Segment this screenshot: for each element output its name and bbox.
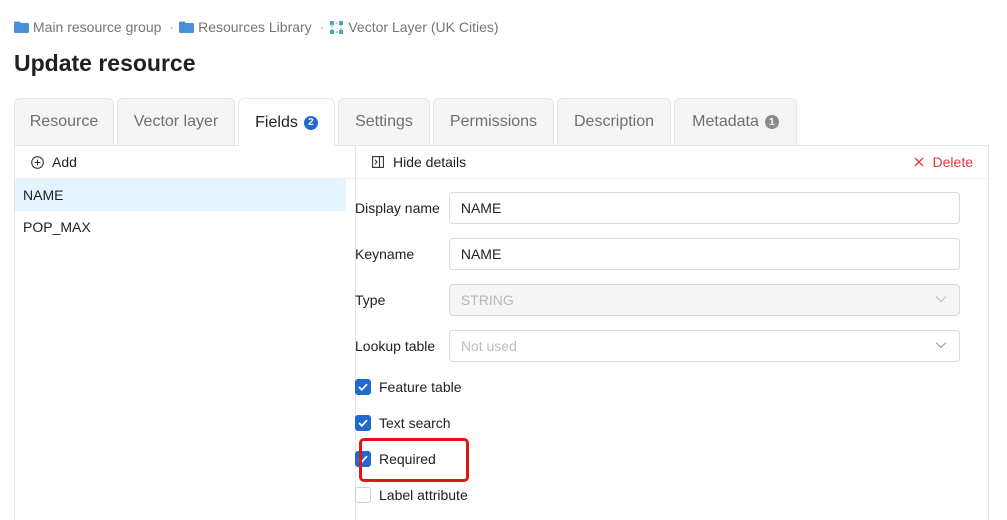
tab-settings[interactable]: Settings [338, 98, 430, 145]
tab-count-badge: 2 [303, 115, 318, 130]
breadcrumb-item-vector-layer: Vector Layer (UK Cities) [329, 19, 499, 35]
breadcrumb-item-main-resource-group[interactable]: Main resource group [14, 19, 161, 35]
breadcrumb-separator: · [319, 19, 325, 35]
checkbox-label: Feature table [379, 379, 462, 395]
lookup-table-row: Lookup table Not used [355, 330, 960, 362]
checkbox-label: Label attribute [379, 487, 468, 503]
type-select: STRING [448, 284, 960, 316]
list-item[interactable]: POP_MAX [15, 211, 346, 243]
page-title: Update resource [14, 50, 196, 76]
chevron-down-icon [935, 295, 947, 303]
breadcrumb-separator: · [169, 19, 175, 35]
checkbox-label: Text search [379, 415, 451, 431]
label-attribute-checkbox[interactable]: Label attribute [355, 484, 468, 506]
tab-count-badge: 1 [764, 115, 779, 129]
tab-fields[interactable]: Fields 2 [238, 98, 335, 146]
tab-metadata[interactable]: Metadata 1 [674, 98, 797, 145]
hide-details-button[interactable]: Hide details [372, 154, 466, 170]
field-name: POP_MAX [23, 219, 91, 235]
feature-table-checkbox[interactable]: Feature table [355, 376, 462, 398]
details-toolbar: Hide details Delete [356, 146, 989, 179]
keyname-input[interactable]: NAME [448, 238, 960, 270]
tab-bar: Resource Vector layer Fields 2 Settings … [14, 98, 800, 146]
checkbox-checked-icon [355, 379, 371, 395]
tab-resource[interactable]: Resource [14, 98, 114, 145]
chevron-down-icon [935, 341, 947, 349]
keyname-label: Keyname [355, 246, 415, 262]
lookup-table-placeholder: Not used [460, 338, 517, 354]
lookup-table-label: Lookup table [355, 338, 436, 354]
display-name-label: Display name [355, 200, 440, 216]
breadcrumb-label: Vector Layer (UK Cities) [348, 19, 499, 35]
plus-circle-icon [31, 155, 44, 169]
delete-button[interactable]: Delete [914, 154, 973, 170]
required-highlight-box [359, 438, 469, 482]
breadcrumb-label: Resources Library [198, 19, 312, 35]
tab-permissions[interactable]: Permissions [433, 98, 554, 145]
close-icon [914, 157, 924, 167]
tab-label: Settings [355, 113, 413, 130]
keyname-row: Keyname NAME [355, 238, 960, 270]
list-item[interactable]: NAME [15, 179, 346, 211]
folder-icon [14, 20, 30, 34]
checkbox-checked-icon [355, 415, 371, 431]
type-row: Type STRING [355, 284, 960, 316]
display-name-row: Display name NAME [355, 192, 960, 224]
tab-description[interactable]: Description [557, 98, 671, 145]
field-name: NAME [23, 187, 64, 203]
type-value: STRING [460, 292, 514, 308]
tab-label: Description [573, 113, 655, 130]
panel-collapse-icon [372, 156, 384, 168]
display-name-value: NAME [460, 200, 502, 216]
type-label: Type [355, 292, 386, 308]
hide-details-label: Hide details [393, 154, 467, 170]
display-name-input[interactable]: NAME [448, 192, 960, 224]
vector-layer-icon [329, 20, 345, 34]
tab-label: Fields [255, 113, 298, 131]
breadcrumb: Main resource group · Resources Library … [14, 17, 499, 37]
tab-label: Metadata [692, 113, 759, 130]
tab-label: Permissions [449, 113, 538, 130]
lookup-table-select[interactable]: Not used [448, 330, 960, 362]
text-search-checkbox[interactable]: Text search [355, 412, 451, 434]
checkbox-unchecked-icon [355, 487, 371, 503]
add-field-button[interactable]: Add [15, 146, 355, 179]
breadcrumb-label: Main resource group [33, 19, 162, 35]
tab-label: Resource [29, 113, 99, 130]
folder-icon [179, 20, 195, 34]
tab-label: Vector layer [133, 113, 219, 130]
breadcrumb-item-resources-library[interactable]: Resources Library [179, 19, 312, 35]
tab-vector-layer[interactable]: Vector layer [117, 98, 235, 145]
field-list: NAME POP_MAX [15, 179, 346, 243]
keyname-value: NAME [460, 246, 502, 262]
delete-label: Delete [932, 154, 973, 170]
add-label: Add [52, 154, 77, 170]
